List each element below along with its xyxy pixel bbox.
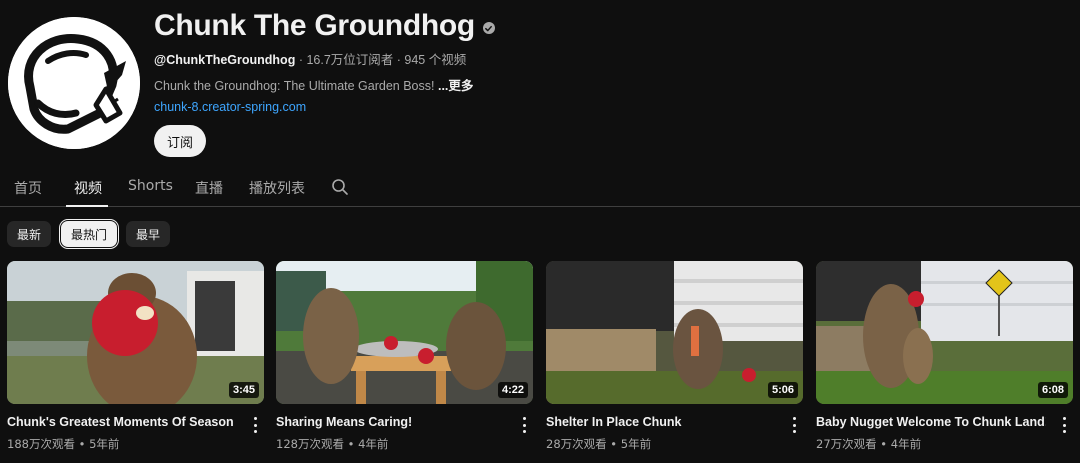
video-card[interactable]: 4:22 Sharing Means Caring! 128万次观看 • 4年前 bbox=[276, 261, 533, 451]
video-age: 4年前 bbox=[890, 437, 922, 451]
video-meta: 188万次观看 • 5年前 bbox=[7, 437, 120, 451]
video-views: 27万次观看 bbox=[816, 437, 877, 451]
tab-playlists[interactable]: 播放列表 bbox=[249, 178, 305, 198]
channel-meta: @ChunkTheGroundhog · 16.7万位订阅者 · 945 个视频 bbox=[154, 49, 466, 68]
video-thumbnail[interactable]: 4:22 bbox=[276, 261, 533, 404]
video-duration: 5:06 bbox=[767, 382, 798, 398]
video-thumbnail[interactable]: 6:08 bbox=[816, 261, 1073, 404]
description-text: Chunk the Groundhog: The Ultimate Garden… bbox=[154, 79, 438, 93]
video-meta: 128万次观看 • 4年前 bbox=[276, 437, 389, 451]
groundhog-logo bbox=[8, 17, 140, 149]
active-tab-indicator bbox=[66, 205, 108, 207]
video-card[interactable]: 3:45 Chunk's Greatest Moments Of Season … bbox=[7, 261, 264, 451]
video-views: 128万次观看 bbox=[276, 437, 344, 451]
more-actions-icon[interactable] bbox=[792, 417, 796, 433]
tab-live[interactable]: 直播 bbox=[195, 178, 223, 198]
channel-avatar bbox=[8, 17, 140, 149]
more-actions-icon[interactable] bbox=[522, 417, 526, 433]
more-actions-icon[interactable] bbox=[1062, 417, 1066, 433]
channel-description[interactable]: Chunk the Groundhog: The Ultimate Garden… bbox=[154, 75, 473, 94]
video-title[interactable]: Chunk's Greatest Moments Of Season 1 bbox=[7, 415, 237, 429]
tab-videos[interactable]: 视频 bbox=[74, 178, 102, 198]
video-views: 188万次观看 bbox=[7, 437, 75, 451]
video-duration: 6:08 bbox=[1037, 382, 1068, 398]
video-title[interactable]: Sharing Means Caring! bbox=[276, 415, 506, 429]
video-card[interactable]: 5:06 Shelter In Place Chunk 28万次观看 • 5年前 bbox=[546, 261, 803, 451]
channel-title-row: Chunk The Groundhog bbox=[154, 9, 495, 43]
chip-oldest[interactable]: 最早 bbox=[126, 221, 171, 247]
channel-stats: · 16.7万位订阅者 · 945 个视频 bbox=[295, 53, 467, 67]
more-link[interactable]: ...更多 bbox=[438, 79, 473, 93]
channel-tabs: 首页 视频 Shorts 直播 播放列表 bbox=[0, 166, 1080, 207]
video-age: 5年前 bbox=[620, 437, 652, 451]
channel-external-link[interactable]: chunk-8.creator-spring.com bbox=[154, 100, 306, 114]
video-title[interactable]: Shelter In Place Chunk bbox=[546, 415, 776, 429]
tab-home[interactable]: 首页 bbox=[14, 178, 42, 198]
search-icon[interactable] bbox=[331, 178, 349, 196]
video-title[interactable]: Baby Nugget Welcome To Chunk Land! bbox=[816, 415, 1046, 429]
video-duration: 3:45 bbox=[228, 382, 259, 398]
chip-popular[interactable]: 最热门 bbox=[61, 221, 118, 247]
chip-latest[interactable]: 最新 bbox=[7, 221, 52, 247]
video-card[interactable]: 6:08 Baby Nugget Welcome To Chunk Land! … bbox=[816, 261, 1073, 451]
video-duration: 4:22 bbox=[497, 382, 528, 398]
channel-handle: @ChunkTheGroundhog bbox=[154, 53, 296, 67]
subscribe-button[interactable]: 订阅 bbox=[154, 125, 207, 157]
verified-check-icon bbox=[482, 22, 495, 34]
video-thumbnail[interactable]: 5:06 bbox=[546, 261, 803, 404]
video-meta: 27万次观看 • 4年前 bbox=[816, 437, 922, 451]
video-meta: 28万次观看 • 5年前 bbox=[546, 437, 652, 451]
tab-shorts[interactable]: Shorts bbox=[128, 178, 173, 194]
video-age: 5年前 bbox=[89, 437, 120, 451]
video-age: 4年前 bbox=[358, 437, 389, 451]
more-actions-icon[interactable] bbox=[253, 417, 257, 433]
video-views: 28万次观看 bbox=[546, 437, 607, 451]
video-thumbnail[interactable]: 3:45 bbox=[7, 261, 264, 404]
channel-name: Chunk The Groundhog bbox=[154, 9, 475, 42]
